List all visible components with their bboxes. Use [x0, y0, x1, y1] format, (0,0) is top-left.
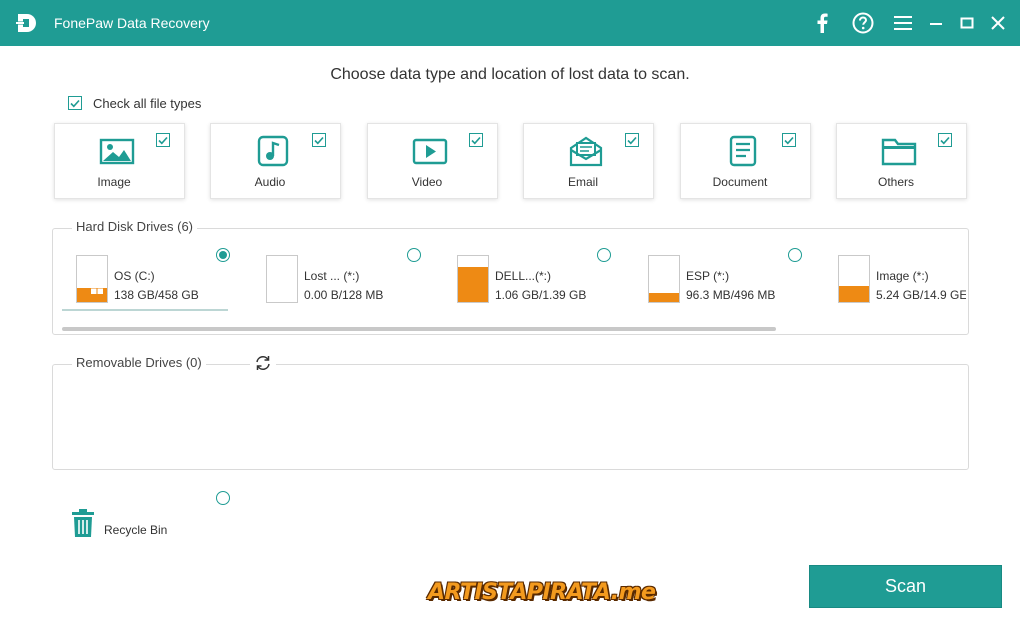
- recycle-bin-radio[interactable]: [216, 491, 230, 505]
- file-type-email[interactable]: Email: [523, 123, 654, 199]
- check-all-checkbox[interactable]: [68, 96, 82, 110]
- file-type-checkbox[interactable]: [312, 133, 326, 147]
- selected-drive-underline: [62, 309, 228, 311]
- menu-icon[interactable]: [890, 10, 916, 36]
- email-icon: [569, 136, 603, 167]
- drive-icon: [838, 255, 870, 303]
- file-type-checkbox[interactable]: [469, 133, 483, 147]
- title-bar: FonePaw Data Recovery: [0, 0, 1020, 46]
- removable-drives-group: [52, 364, 969, 470]
- drive-icon: [266, 255, 298, 303]
- file-type-checkbox[interactable]: [782, 133, 796, 147]
- drive-name: OS (C:): [114, 269, 155, 283]
- file-type-audio[interactable]: Audio: [210, 123, 341, 199]
- file-type-label: Others: [877, 175, 914, 189]
- drive-lost[interactable]: Lost ... (*:) 0.00 B/128 MB: [266, 253, 446, 311]
- drive-name: Image (*:): [876, 269, 929, 283]
- file-type-label: Video: [411, 175, 443, 189]
- file-type-checkbox[interactable]: [938, 133, 952, 147]
- drive-dell[interactable]: DELL...(*:) 1.06 GB/1.39 GB: [457, 253, 637, 311]
- document-icon: [729, 135, 757, 167]
- minimize-icon[interactable]: [923, 10, 949, 36]
- file-type-checkbox[interactable]: [156, 133, 170, 147]
- trash-icon: [72, 509, 94, 537]
- drive-radio-os-c[interactable]: [216, 248, 230, 262]
- check-all-label: Check all file types: [93, 96, 202, 111]
- file-type-label: Document: [712, 175, 768, 189]
- file-type-image[interactable]: Image: [54, 123, 185, 199]
- facebook-icon[interactable]: [809, 10, 835, 36]
- maximize-icon[interactable]: [954, 10, 980, 36]
- drive-name: Lost ... (*:): [304, 269, 360, 283]
- drive-radio-dell[interactable]: [597, 248, 611, 262]
- removable-drives-title: Removable Drives (0): [72, 355, 206, 370]
- drive-size: 5.24 GB/14.9 GE: [876, 288, 966, 302]
- page-heading: Choose data type and location of lost da…: [330, 66, 690, 83]
- drive-size: 96.3 MB/496 MB: [686, 288, 776, 302]
- drive-radio-esp[interactable]: [788, 248, 802, 262]
- drive-icon: [648, 255, 680, 303]
- video-icon: [412, 138, 448, 165]
- drive-name: DELL...(*:): [495, 269, 552, 283]
- file-type-document[interactable]: Document: [680, 123, 811, 199]
- file-type-label: Image: [97, 175, 131, 189]
- help-icon[interactable]: [850, 10, 876, 36]
- app-logo-icon: [16, 14, 36, 32]
- drive-size: 1.06 GB/1.39 GB: [495, 288, 587, 302]
- drive-icon: [457, 255, 489, 303]
- file-type-others[interactable]: Others: [836, 123, 967, 199]
- recycle-bin-label: Recycle Bin: [104, 523, 168, 537]
- recycle-bin-option[interactable]: Recycle Bin: [70, 508, 180, 540]
- file-type-label: Audio: [254, 175, 286, 189]
- file-type-checkbox[interactable]: [625, 133, 639, 147]
- drive-size: 138 GB/458 GB: [114, 288, 199, 302]
- app-title: FonePaw Data Recovery: [54, 15, 210, 31]
- file-type-label: Email: [567, 175, 598, 189]
- close-icon[interactable]: [985, 10, 1011, 36]
- drive-name: ESP (*:): [686, 269, 730, 283]
- drive-size: 0.00 B/128 MB: [304, 288, 384, 302]
- watermark-logo: ARTISTAPIRATA.me: [428, 580, 656, 605]
- audio-icon: [257, 135, 289, 167]
- drive-radio-lost[interactable]: [407, 248, 421, 262]
- folder-icon: [881, 138, 917, 166]
- image-icon: [99, 138, 135, 165]
- drives-scrollbar[interactable]: [62, 327, 776, 331]
- refresh-icon[interactable]: [250, 350, 276, 376]
- file-type-video[interactable]: Video: [367, 123, 498, 199]
- hard-disk-title: Hard Disk Drives (6): [72, 219, 198, 234]
- drive-image[interactable]: Image (*:) 5.24 GB/14.9 GE: [838, 253, 966, 311]
- windows-icon: [91, 282, 103, 294]
- drive-os-c[interactable]: OS (C:) 138 GB/458 GB: [76, 253, 256, 311]
- scan-button[interactable]: Scan: [809, 565, 1002, 608]
- drive-icon: [76, 255, 108, 303]
- drive-esp[interactable]: ESP (*:) 96.3 MB/496 MB: [648, 253, 828, 311]
